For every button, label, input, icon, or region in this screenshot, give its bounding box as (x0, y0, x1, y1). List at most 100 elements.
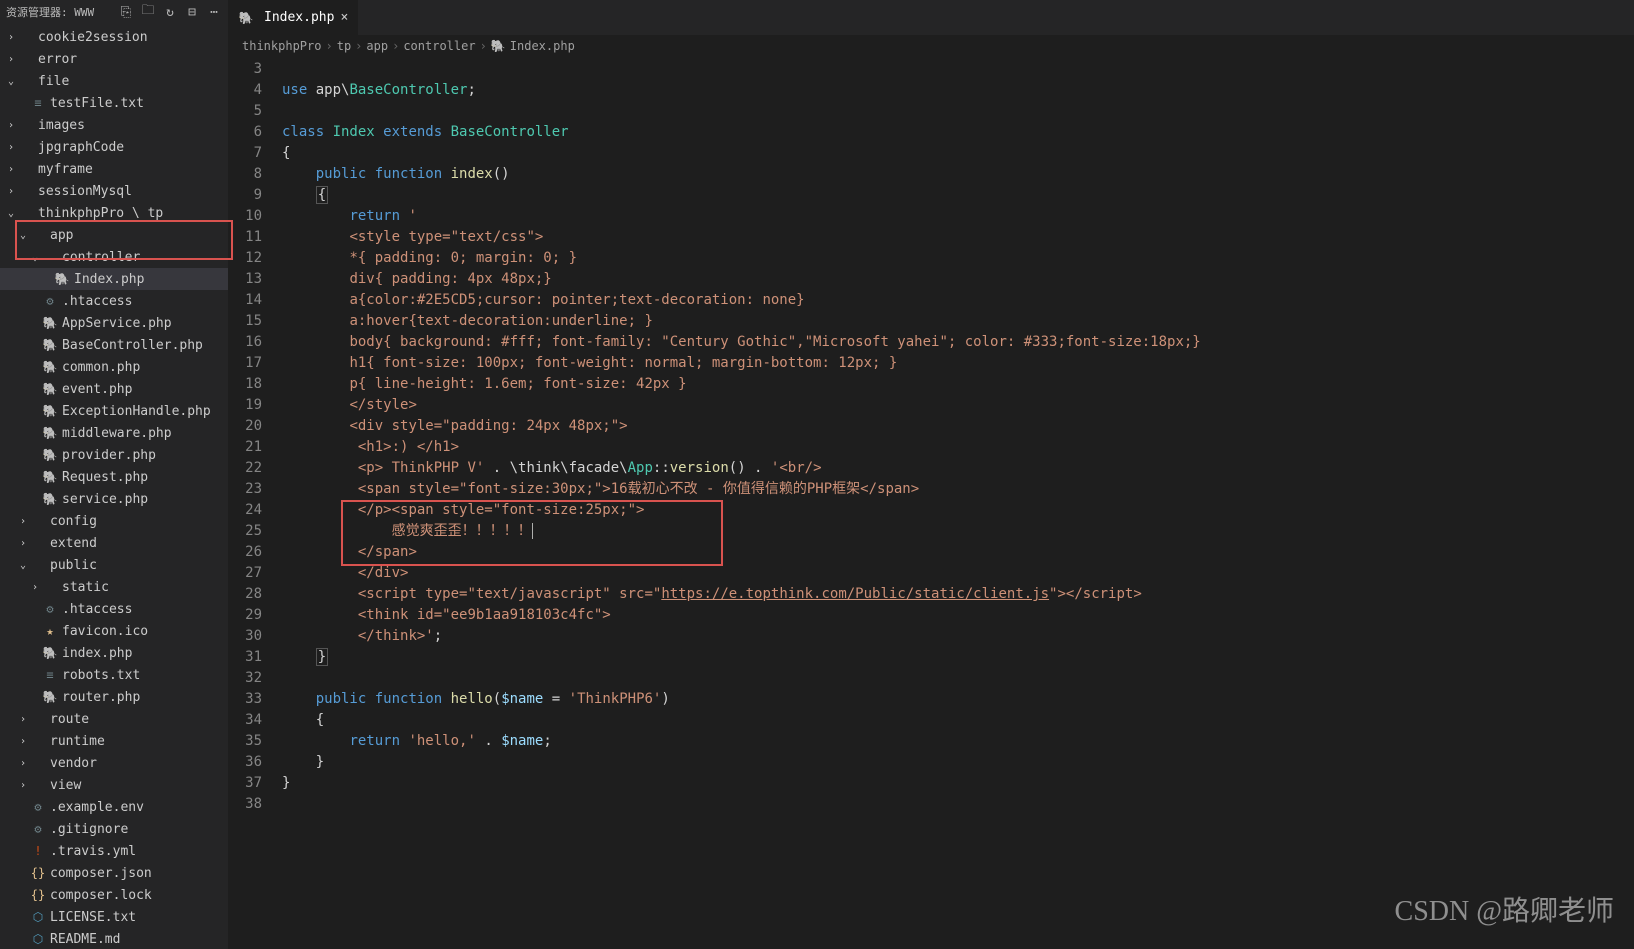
f-icon (30, 733, 46, 749)
file-item[interactable]: 🐘 index.php (0, 642, 228, 664)
file-item[interactable]: ⬡README.md (0, 928, 228, 949)
collapse-icon[interactable]: ⊟ (184, 4, 200, 20)
more-icon[interactable]: ⋯ (206, 4, 222, 20)
item-label: composer.json (50, 866, 152, 881)
file-item[interactable]: 🐘Request.php (0, 466, 228, 488)
item-label: extend (50, 536, 97, 551)
file-item[interactable]: 🐘 ExceptionHandle.php (0, 400, 228, 422)
file-item[interactable]: 🐘 BaseController.php (0, 334, 228, 356)
php-icon: 🐘 (54, 271, 70, 287)
file-item[interactable]: 🐘 common.php (0, 356, 228, 378)
file-item[interactable]: ⚙.htaccess (0, 290, 228, 312)
folder-item[interactable]: ›config (0, 510, 228, 532)
f-icon (30, 777, 46, 793)
folder-item[interactable]: ›view (0, 774, 228, 796)
folder-item[interactable]: ›error (0, 48, 228, 70)
file-item[interactable]: ≡robots.txt (0, 664, 228, 686)
new-folder-icon[interactable]: 🗀 (140, 4, 156, 20)
item-label: error (38, 52, 77, 67)
star-icon: ★ (42, 623, 58, 639)
new-file-icon[interactable]: ⎘ (118, 4, 134, 20)
php-icon: 🐘 (42, 381, 58, 397)
folder-item[interactable]: ›cookie2session (0, 26, 228, 48)
item-label: file (38, 74, 69, 89)
f-icon (18, 205, 34, 221)
item-label: LICENSE.txt (50, 910, 136, 925)
item-label: .htaccess (62, 602, 132, 617)
item-label: event.php (62, 382, 132, 397)
file-item[interactable]: 🐘 router.php (0, 686, 228, 708)
tab-index-php[interactable]: 🐘 Index.php × (228, 0, 358, 35)
env-icon: ⚙ (42, 293, 58, 309)
folder-item[interactable]: ›extend (0, 532, 228, 554)
file-item[interactable]: ⚙.example.env (0, 796, 228, 818)
f-icon (30, 755, 46, 771)
f-icon (18, 139, 34, 155)
php-icon: 🐘 (42, 491, 58, 507)
file-item[interactable]: {} composer.json (0, 862, 228, 884)
item-label: runtime (50, 734, 105, 749)
refresh-icon[interactable]: ↻ (162, 4, 178, 20)
code-highlight-box (341, 500, 723, 566)
json-icon: {} (30, 865, 46, 881)
file-item[interactable]: ≡testFile.txt (0, 92, 228, 114)
file-item[interactable]: {}composer.lock (0, 884, 228, 906)
folder-item[interactable]: ›vendor (0, 752, 228, 774)
file-item[interactable]: 🐘provider.php (0, 444, 228, 466)
txt-icon: ≡ (30, 95, 46, 111)
file-item[interactable]: ⬡LICENSE.txt (0, 906, 228, 928)
item-label: thinkphpPro \ tp (38, 206, 163, 221)
file-item[interactable]: 🐘AppService.php (0, 312, 228, 334)
php-icon: 🐘 (42, 447, 58, 463)
php-icon: 🐘 (238, 10, 254, 26)
file-item[interactable]: ⚙.gitignore (0, 818, 228, 840)
php-icon: 🐘 (42, 359, 58, 375)
file-item[interactable]: ⚙ .htaccess (0, 598, 228, 620)
folder-item[interactable]: ⌄file (0, 70, 228, 92)
f-icon (18, 161, 34, 177)
line-gutter: 3456789101112131415161718192021222324252… (228, 57, 282, 949)
folder-item[interactable]: ›sessionMysql (0, 180, 228, 202)
php-icon: 🐘 (42, 403, 58, 419)
code-editor[interactable]: 3456789101112131415161718192021222324252… (228, 57, 1634, 949)
php-icon: 🐘 (42, 645, 58, 661)
item-label: robots.txt (62, 668, 140, 683)
item-label: route (50, 712, 89, 727)
item-label: service.php (62, 492, 148, 507)
folder-item[interactable]: ›jpgraphCode (0, 136, 228, 158)
item-label: public (50, 558, 97, 573)
close-icon[interactable]: × (340, 10, 348, 25)
folder-item[interactable]: ⌄public (0, 554, 228, 576)
tab-label: Index.php (264, 10, 334, 25)
folder-item[interactable]: ›myframe (0, 158, 228, 180)
code-content[interactable]: use app\BaseController; class Index exte… (282, 57, 1634, 949)
item-label: common.php (62, 360, 140, 375)
env-icon: ⚙ (42, 601, 58, 617)
item-label: middleware.php (62, 426, 172, 441)
file-item[interactable]: 🐘middleware.php (0, 422, 228, 444)
item-label: composer.lock (50, 888, 152, 903)
item-label: ExceptionHandle.php (62, 404, 211, 419)
yml-icon: ! (30, 843, 46, 859)
folder-item[interactable]: ›runtime (0, 730, 228, 752)
file-item[interactable]: ★favicon.ico (0, 620, 228, 642)
php-icon: 🐘 (42, 337, 58, 353)
folder-item[interactable]: ›static (0, 576, 228, 598)
file-item[interactable]: !.travis.yml (0, 840, 228, 862)
folder-item[interactable]: ›route (0, 708, 228, 730)
f-icon (30, 711, 46, 727)
item-label: BaseController.php (62, 338, 203, 353)
file-item[interactable]: 🐘 service.php (0, 488, 228, 510)
folder-item[interactable]: ›images (0, 114, 228, 136)
item-label: AppService.php (62, 316, 172, 331)
item-label: index.php (62, 646, 132, 661)
item-label: router.php (62, 690, 140, 705)
php-icon: 🐘 (42, 469, 58, 485)
item-label: sessionMysql (38, 184, 132, 199)
file-item[interactable]: 🐘 event.php (0, 378, 228, 400)
breadcrumb[interactable]: thinkphpPro› tp› app› controller› 🐘 Inde… (228, 35, 1634, 57)
file-item[interactable]: 🐘Index.php (0, 268, 228, 290)
php-icon: 🐘 (42, 689, 58, 705)
item-label: static (62, 580, 109, 595)
item-label: .example.env (50, 800, 144, 815)
